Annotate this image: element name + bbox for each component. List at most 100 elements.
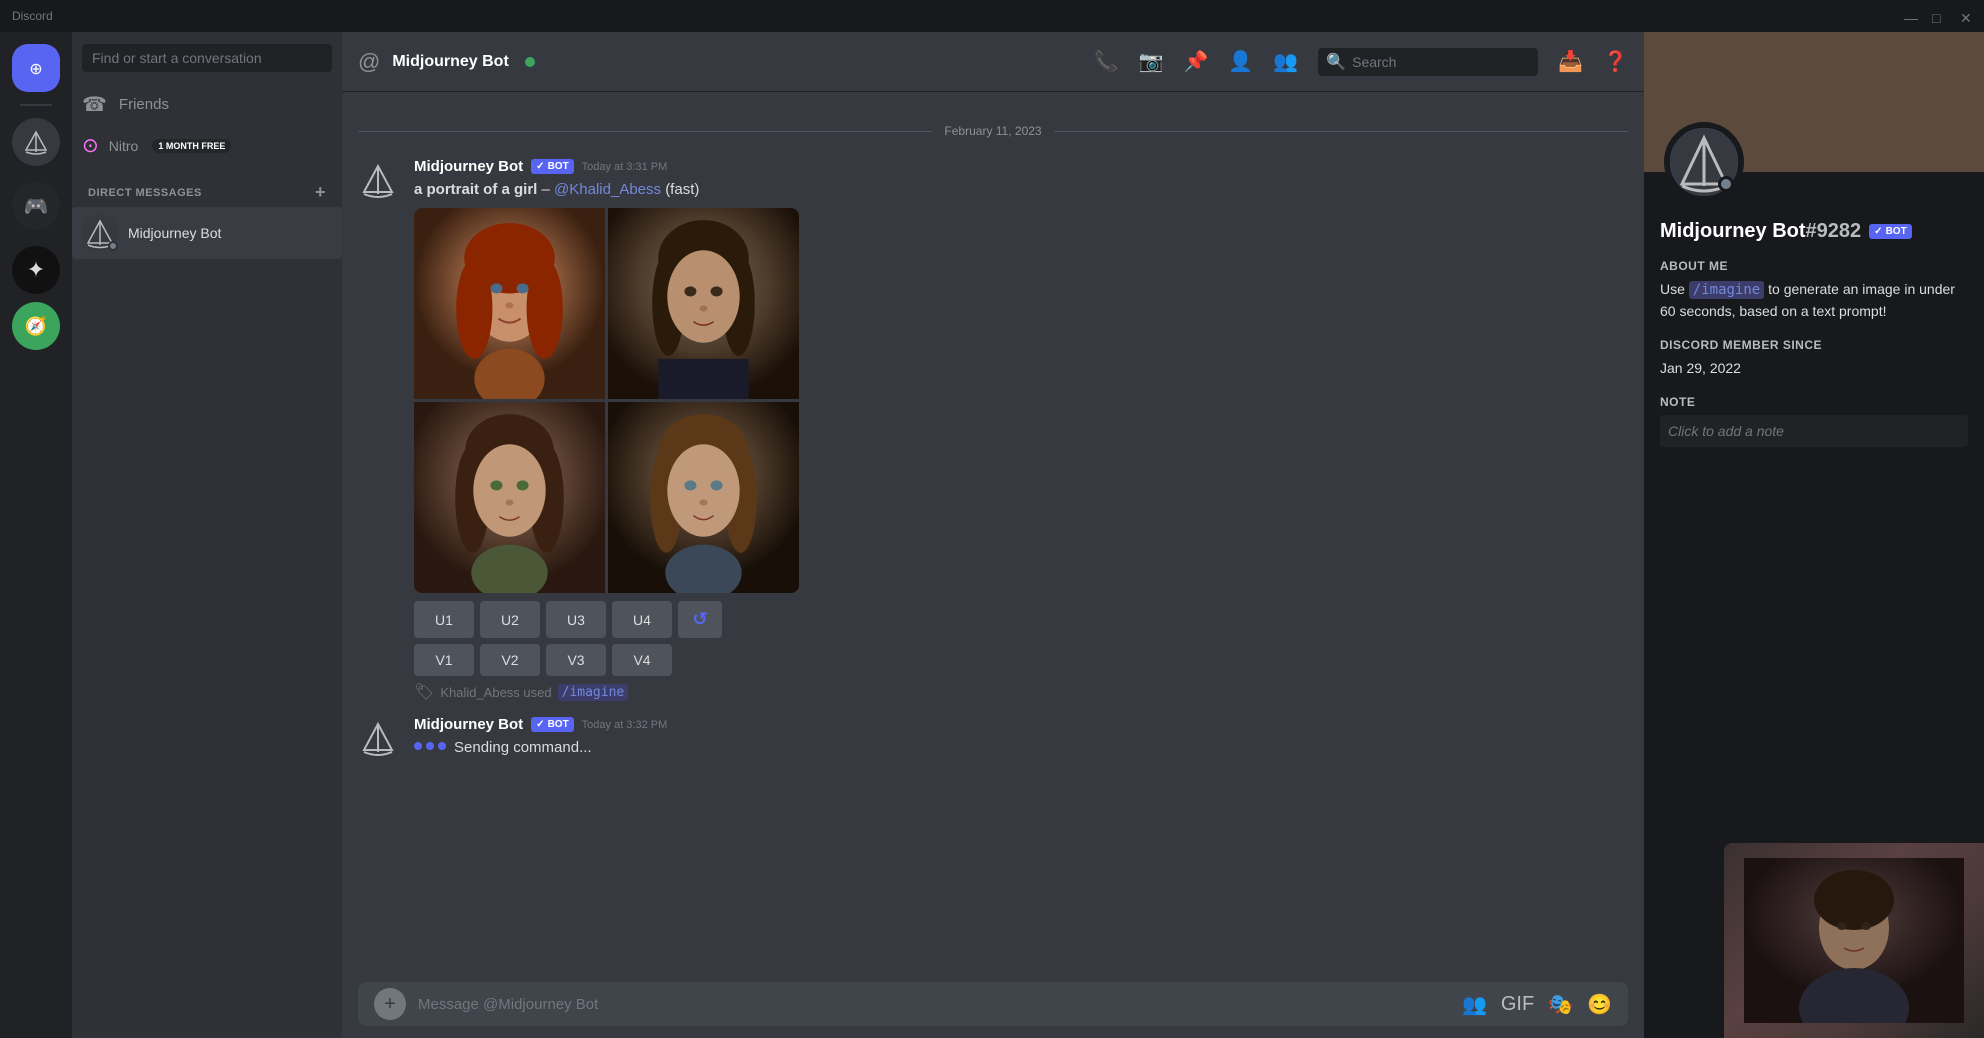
- search-box[interactable]: 🔍 Search: [1318, 48, 1538, 76]
- search-label: Search: [1352, 54, 1396, 70]
- online-dot: [525, 57, 535, 67]
- nitro-row[interactable]: ⊙ Nitro 1 MONTH FREE: [72, 125, 342, 166]
- channel-name: Midjourney Bot: [392, 53, 508, 71]
- note-title: NOTE: [1660, 395, 1968, 409]
- video-icon[interactable]: 📷: [1139, 49, 1164, 74]
- system-msg-icon: 🏷: [414, 682, 434, 702]
- portrait-1[interactable]: [414, 208, 605, 399]
- input-wrapper: + 👥 GIF 🎭 😊: [358, 982, 1628, 1026]
- button-v3[interactable]: V3: [546, 644, 606, 676]
- pin-icon[interactable]: 📌: [1183, 49, 1208, 74]
- app-body: ⊕ 🎮 ✦ 🧭 ☎: [0, 32, 1984, 1038]
- sending-text: Sending command...: [454, 737, 592, 758]
- message-separator: –: [542, 181, 555, 198]
- profile-avatar-large: [1664, 122, 1744, 202]
- dm-item-midjourney[interactable]: Midjourney Bot: [72, 207, 342, 259]
- profile-panel: Midjourney Bot#9282 ✓ BOT ABOUT ME Use /…: [1644, 32, 1984, 1038]
- gif-icon[interactable]: GIF: [1501, 993, 1534, 1016]
- message-2: Midjourney Bot ✓ BOT Today at 3:32 PM: [342, 712, 1644, 762]
- help-icon[interactable]: ❓: [1603, 49, 1628, 74]
- emoji-icon[interactable]: 😊: [1587, 992, 1612, 1017]
- message-input[interactable]: [418, 996, 1462, 1013]
- message-1: Midjourney Bot ✓ BOT Today at 3:31 PM a …: [342, 154, 1644, 680]
- friends-icon: ☎: [82, 92, 107, 117]
- system-msg-text: Khalid_Abess used: [440, 685, 551, 700]
- date-label: February 11, 2023: [932, 124, 1053, 138]
- maximize-button[interactable]: □: [1932, 10, 1944, 22]
- system-message: 🏷 Khalid_Abess used /imagine: [342, 680, 1644, 704]
- people-icon[interactable]: 👥: [1462, 992, 1487, 1017]
- message-1-text: a portrait of a girl – @Khalid_Abess (fa…: [414, 179, 1628, 200]
- message-2-time: Today at 3:32 PM: [582, 719, 668, 731]
- portrait-2[interactable]: [608, 208, 799, 399]
- minimize-button[interactable]: —: [1904, 10, 1916, 22]
- profile-name-row: Midjourney Bot#9282 ✓ BOT: [1660, 220, 1968, 243]
- portrait-4[interactable]: [608, 402, 799, 593]
- button-refresh[interactable]: ↺: [678, 601, 722, 638]
- title-bar-title: Discord: [12, 9, 53, 23]
- dm-search-area: [72, 32, 342, 84]
- message-2-author: Midjourney Bot: [414, 716, 523, 733]
- portrait-3[interactable]: [414, 402, 605, 593]
- profile-member-since-section: DISCORD MEMBER SINCE Jan 29, 2022: [1660, 338, 1968, 379]
- message-2-bot-badge: ✓ BOT: [531, 717, 574, 732]
- find-conversation-input[interactable]: [82, 44, 332, 72]
- message-text-bold: a portrait of a girl: [414, 181, 537, 198]
- attach-button[interactable]: +: [374, 988, 406, 1020]
- sidebar-ai-icon[interactable]: ✦: [12, 246, 60, 294]
- add-dm-button[interactable]: +: [315, 182, 326, 203]
- system-msg-command: /imagine: [558, 684, 629, 701]
- sending-command-row: Sending command...: [414, 737, 1628, 758]
- note-input[interactable]: [1660, 415, 1968, 447]
- status-dot: [108, 241, 118, 251]
- message-2-avatar: [358, 718, 398, 758]
- close-button[interactable]: ✕: [1960, 10, 1972, 22]
- button-u4[interactable]: U4: [612, 601, 672, 638]
- add-friend-icon[interactable]: 👤: [1228, 49, 1253, 74]
- button-v2[interactable]: V2: [480, 644, 540, 676]
- channel-at-icon: @: [358, 49, 380, 75]
- nitro-icon-sidebar: ⊙: [82, 133, 99, 158]
- sidebar-home-icon[interactable]: ⊕: [12, 44, 60, 92]
- dm-section: DIRECT MESSAGES +: [72, 166, 342, 207]
- friends-label: Friends: [119, 96, 169, 113]
- about-me-highlight: /imagine: [1689, 281, 1764, 299]
- dot-3: [438, 742, 446, 750]
- friends-button[interactable]: ☎ Friends: [72, 84, 342, 125]
- profile-about-section: ABOUT ME Use /imagine to generate an ima…: [1660, 259, 1968, 322]
- button-v4[interactable]: V4: [612, 644, 672, 676]
- button-v1[interactable]: V1: [414, 644, 474, 676]
- nitro-badge: 1 MONTH FREE: [152, 139, 231, 153]
- phone-icon[interactable]: 📞: [1094, 49, 1119, 74]
- about-me-text: Use /imagine to generate an image in und…: [1660, 279, 1968, 322]
- sidebar-explore-icon[interactable]: 🧭: [12, 302, 60, 350]
- message-2-content: Midjourney Bot ✓ BOT Today at 3:32 PM: [414, 716, 1628, 758]
- profile-body: Midjourney Bot#9282 ✓ BOT ABOUT ME Use /…: [1644, 172, 1984, 479]
- button-u1[interactable]: U1: [414, 601, 474, 638]
- dot-1: [414, 742, 422, 750]
- sticker-icon[interactable]: 🎭: [1548, 992, 1573, 1017]
- messages-area[interactable]: February 11, 2023 Midjourney Bot: [342, 92, 1644, 970]
- member-since-title: DISCORD MEMBER SINCE: [1660, 338, 1968, 352]
- webcam-content: [1724, 843, 1984, 1038]
- inbox-icon[interactable]: 📥: [1558, 49, 1583, 74]
- sidebar-divider: [20, 104, 52, 106]
- icon-sidebar: ⊕ 🎮 ✦ 🧭: [0, 32, 72, 1038]
- button-u3[interactable]: U3: [546, 601, 606, 638]
- message-2-header: Midjourney Bot ✓ BOT Today at 3:32 PM: [414, 716, 1628, 733]
- sending-dots: [414, 742, 446, 750]
- dm-section-header: DIRECT MESSAGES +: [80, 182, 334, 203]
- dm-sidebar: ☎ Friends ⊙ Nitro 1 MONTH FREE DIRECT ME…: [72, 32, 342, 1038]
- search-icon: 🔍: [1326, 52, 1346, 72]
- hide-members-icon[interactable]: 👥: [1273, 49, 1298, 74]
- image-grid: [414, 208, 799, 593]
- dm-section-title: DIRECT MESSAGES: [88, 187, 202, 199]
- message-mention: @Khalid_Abess: [554, 181, 661, 198]
- sidebar-server-1-icon[interactable]: [12, 118, 60, 166]
- button-u2[interactable]: U2: [480, 601, 540, 638]
- sidebar-nitro-icon[interactable]: 🎮: [2, 174, 70, 238]
- nitro-icon: 🎮: [12, 182, 60, 230]
- profile-discriminator: #9282: [1806, 220, 1862, 242]
- action-buttons-row1: U1 U2 U3 U4 ↺: [414, 601, 1628, 638]
- member-since-date: Jan 29, 2022: [1660, 358, 1968, 379]
